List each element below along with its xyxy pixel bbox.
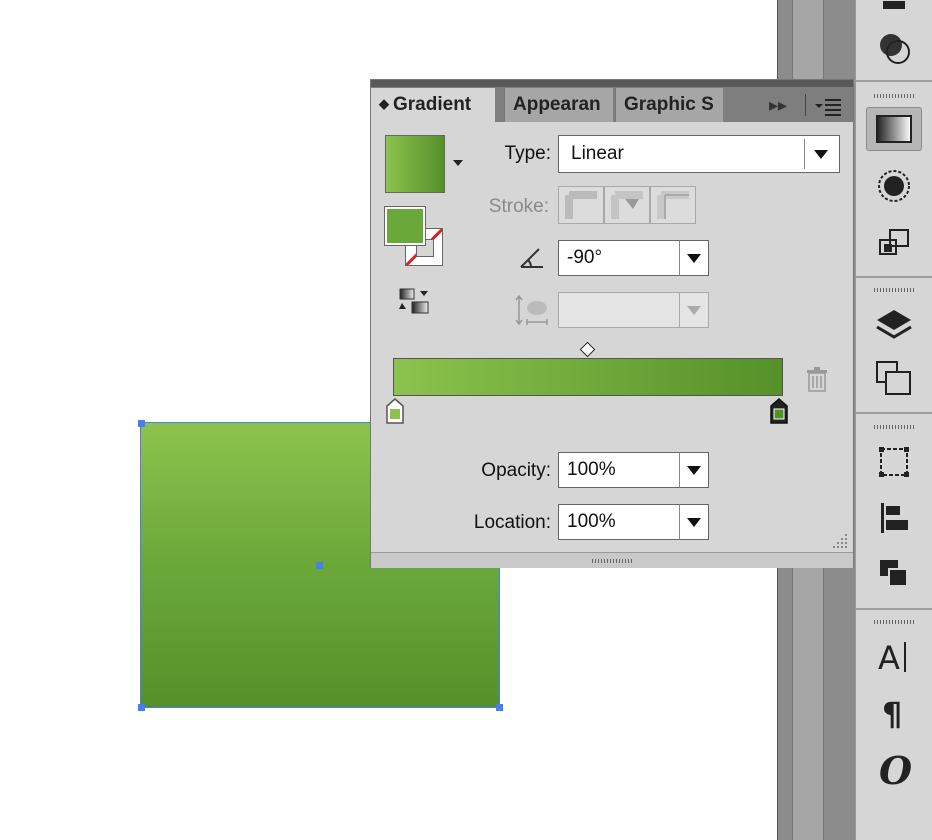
tab-graphic-styles[interactable]: Graphic S xyxy=(615,88,723,122)
tab-appearance[interactable]: Appearan xyxy=(504,88,613,122)
stroke-gradient-within-button[interactable] xyxy=(558,186,604,224)
color-guide-icon[interactable] xyxy=(866,0,922,24)
svg-text:A: A xyxy=(878,639,900,676)
symbols-icon[interactable] xyxy=(866,440,922,484)
opacity-dropdown[interactable] xyxy=(679,452,709,488)
aspect-ratio-icon xyxy=(515,294,551,333)
gradient-stop-start[interactable] xyxy=(386,398,404,424)
reverse-gradient-icon[interactable] xyxy=(398,287,432,320)
location-dropdown[interactable] xyxy=(679,504,709,540)
opentype-icon[interactable]: O xyxy=(866,746,922,790)
panel-menu-icon[interactable] xyxy=(815,88,843,122)
angle-icon xyxy=(519,245,547,276)
location-input[interactable]: 100% xyxy=(558,504,680,540)
more-tabs-icon[interactable]: ▸▸ xyxy=(769,88,787,122)
tab-gradient[interactable]: ◆ Gradient xyxy=(371,88,495,122)
gradient-panel: ◆ Gradient Appearan Graphic S ▸▸ Type: Li… xyxy=(370,79,854,568)
transform-icon[interactable] xyxy=(866,220,922,264)
type-select[interactable]: Linear xyxy=(558,135,840,173)
stroke-gradient-along-button[interactable] xyxy=(604,186,650,224)
character-icon[interactable]: A xyxy=(866,634,922,678)
layers-icon[interactable] xyxy=(866,302,922,346)
stroke-label: Stroke: xyxy=(488,196,549,217)
type-label: Type: xyxy=(504,143,551,164)
panel-bottom-bar[interactable] xyxy=(371,552,853,568)
location-label: Location: xyxy=(473,512,551,533)
gradient-preview-swatch[interactable] xyxy=(385,135,445,193)
selection-handle-br[interactable] xyxy=(496,704,503,711)
gradient-stop-end[interactable] xyxy=(770,398,788,424)
gradient-icon[interactable] xyxy=(866,107,922,151)
transparency-icon[interactable] xyxy=(866,26,922,70)
expand-collapse-icon[interactable]: ◆ xyxy=(379,96,389,111)
panel-dock: A ¶ O xyxy=(855,0,932,840)
artboards-icon[interactable] xyxy=(866,356,922,400)
selection-handle-bl[interactable] xyxy=(138,704,145,711)
stroke-gradient-across-button[interactable] xyxy=(650,186,696,224)
opacity-input[interactable]: 100% xyxy=(558,452,680,488)
angle-dropdown[interactable] xyxy=(679,240,709,276)
gradient-slider[interactable] xyxy=(393,358,783,396)
stroke-icon[interactable] xyxy=(866,164,922,208)
gradient-midpoint-diamond[interactable] xyxy=(579,341,596,358)
type-dropdown-arrow[interactable] xyxy=(804,139,837,169)
paragraph-icon[interactable]: ¶ xyxy=(866,690,922,734)
gradient-presets-dropdown-icon[interactable] xyxy=(453,160,463,166)
svg-text:O: O xyxy=(879,748,912,790)
aspect-ratio-input[interactable] xyxy=(558,292,680,328)
panel-tab-bar: ◆ Gradient Appearan Graphic S ▸▸ xyxy=(371,80,853,122)
pathfinder-icon[interactable] xyxy=(866,552,922,596)
angle-input[interactable]: -90° xyxy=(558,240,680,276)
align-icon[interactable] xyxy=(866,496,922,540)
selection-handle-tl[interactable] xyxy=(138,420,145,427)
fill-swatch[interactable] xyxy=(384,206,426,246)
svg-text:¶: ¶ xyxy=(882,695,902,731)
selection-center-point xyxy=(316,562,323,569)
opacity-label: Opacity: xyxy=(481,460,551,481)
aspect-ratio-dropdown[interactable] xyxy=(679,292,709,328)
delete-stop-icon[interactable] xyxy=(805,367,829,398)
